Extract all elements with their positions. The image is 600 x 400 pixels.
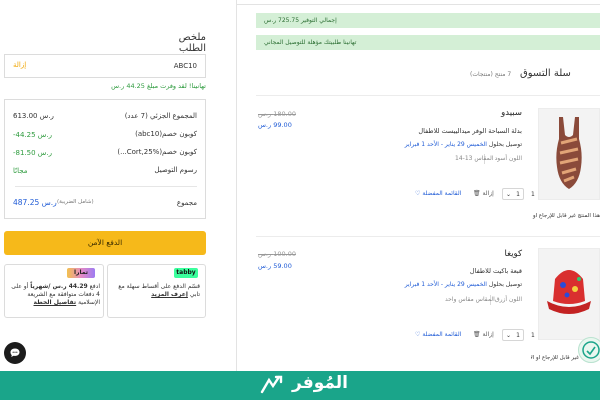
subtotal-label: المجموع الجزئي (7 عدد) [124,112,197,120]
heart-icon: ♡ [415,190,421,197]
chevron-down-icon: ⌄ [506,190,512,198]
heart-icon: ♡ [415,331,421,338]
tamara-logo: تمارا [67,268,95,278]
delivery-prefix: توصيل بحلول [488,141,522,148]
product-description[interactable]: بدلة السباحة الوفر ميدالييست للاطفال [418,127,522,135]
product-color: اللون أزرق [494,296,522,303]
product-old-price: 100.00 ر.س [258,250,296,258]
product-image-hat[interactable] [538,248,600,340]
tamara-text-pay: ادفع [89,283,100,290]
chat-bubble-icon [10,348,20,357]
total-value: 487.25 ر.س [13,198,57,207]
total-tax-note: (شامل الضريبة) [57,199,94,205]
delivery-dates: الخميس 29 يناير - الأحد 1 فبراير [404,141,487,148]
coupon-code: ABC10 [173,62,197,70]
savings-banner: إجمالي التوفير 725.75 ر.س [256,13,600,28]
totals-divider [15,186,197,187]
total-label: مجموع [176,199,197,207]
product-description[interactable]: قبعة باكيت للاطفال [470,267,522,275]
trash-icon: 🗑 [473,331,481,338]
savings-banner-text: إجمالي التوفير 725.75 ر.س [264,17,337,24]
discount-coupon-2-value: -81.50 ر.س [13,149,52,157]
subtotal-value: 613.00 ر.س [13,112,54,120]
cart-title: سلة التسوق [520,68,571,79]
tamara-description: ادفع 44.29 ر.س /شهرياً أو على 4 دفعات مت… [8,283,100,307]
non-returnable-note: غير قابل للإرجاع أو الاستبدال [531,355,579,361]
remove-item-button[interactable]: 🗑 إزالة [473,190,494,197]
quantity-value: 1 [516,190,520,198]
product-delivery: توصيل بحلول الخميس 29 يناير - الأحد 1 فب… [405,141,522,148]
product-new-price: 99.00 ر.س [258,121,292,129]
trash-icon: 🗑 [473,190,481,197]
free-delivery-banner-text: تهانينا طلبيتك مؤهلة للتوصيل المجاني [264,39,357,46]
wishlist-label: القائمة المفضلة [422,331,462,338]
quantity-select[interactable]: ⌄ 1 [502,188,524,200]
product-new-price: 59.00 ر.س [258,262,292,270]
product-brand[interactable]: سبيدو [501,108,522,118]
coupon-box: ABC10 إزالة [4,54,206,78]
brand-logo[interactable]: المُوفر [292,373,348,393]
cart-item-count: 7 منتج (منتجات) [470,71,512,78]
free-delivery-banner: تهانينا طلبيتك مؤهلة للتوصيل المجاني [256,35,600,50]
coupon-saved-message: تهانينا! لقد وفرت مبلغ 44.25 ر.س [111,82,206,90]
remove-item-button[interactable]: 🗑 إزالة [473,331,494,338]
quantity-select[interactable]: ⌄ 1 [502,329,524,341]
tamara-plan-link[interactable]: تفاصيل الخطة [34,299,77,306]
cart-divider-mid [256,236,600,237]
shipping-label: رسوم التوصيل [154,166,197,174]
add-to-wishlist-button[interactable]: ♡ القائمة المفضلة [415,331,461,338]
product-size: المقاس مقاس واحد [445,296,495,303]
remove-label: إزالة [482,331,494,338]
app-badge-button[interactable] [578,337,600,363]
wishlist-label: القائمة المفضلة [422,190,462,197]
tamara-amount: 44.29 ر.س /شهرياً [30,283,88,290]
coupon-remove-button[interactable]: إزالة [13,61,26,69]
tabby-logo: tabby [174,268,198,278]
app-badge-icon [582,341,600,359]
quantity-count: 1 [531,191,535,198]
delivery-prefix: توصيل بحلول [488,281,522,288]
delivery-dates: الخميس 29 يناير - الأحد 1 فبراير [404,281,487,288]
product-image-swimsuit[interactable] [538,108,600,200]
product-color: اللون أسود [494,155,522,162]
top-border [237,4,600,5]
add-to-wishlist-button[interactable]: ♡ القائمة المفضلة [415,190,461,197]
chat-button[interactable] [4,342,26,364]
quantity-value: 1 [516,331,520,339]
quantity-count: 1 [531,332,535,339]
discount-coupon-value: -44.25 ر.س [13,131,52,139]
tabby-description: قسّم الدفع على أقساط سهلة مع تابي إعرف ا… [110,283,200,299]
product-size: المقاس 13-14 [455,155,494,162]
totals-box: المجموع الجزئي (7 عدد) 613.00 ر.س كوبون … [4,99,206,219]
tabby-learn-more-link[interactable]: إعرف المزيد [151,291,188,298]
remove-label: إزالة [482,190,494,197]
cart-divider-top [256,95,600,96]
chevron-down-icon: ⌄ [506,331,512,339]
discount-coupon-label: كوبون خصم(abc10) [135,130,197,138]
shipping-value: مجانًا [13,167,28,175]
product-delivery: توصيل بحلول الخميس 29 يناير - الأحد 1 فب… [405,281,522,288]
product-brand[interactable]: كويغا [505,249,523,259]
product-old-price: 180.00 ر.س [258,110,296,118]
brand-mark-icon [259,374,289,400]
non-returnable-note: هذا المنتج غير قابل للإرجاع أو الاستبدال [531,213,600,219]
order-summary-title: ملخص الطلب [178,32,206,54]
column-separator [236,0,237,371]
checkout-button[interactable]: الدفع الآمن [4,231,206,255]
bucket-hat-image-icon [547,270,591,314]
swimsuit-image-icon [556,117,582,189]
discount-coupon-2-label: كوبون خصم(Cort,25%...) [117,148,197,156]
